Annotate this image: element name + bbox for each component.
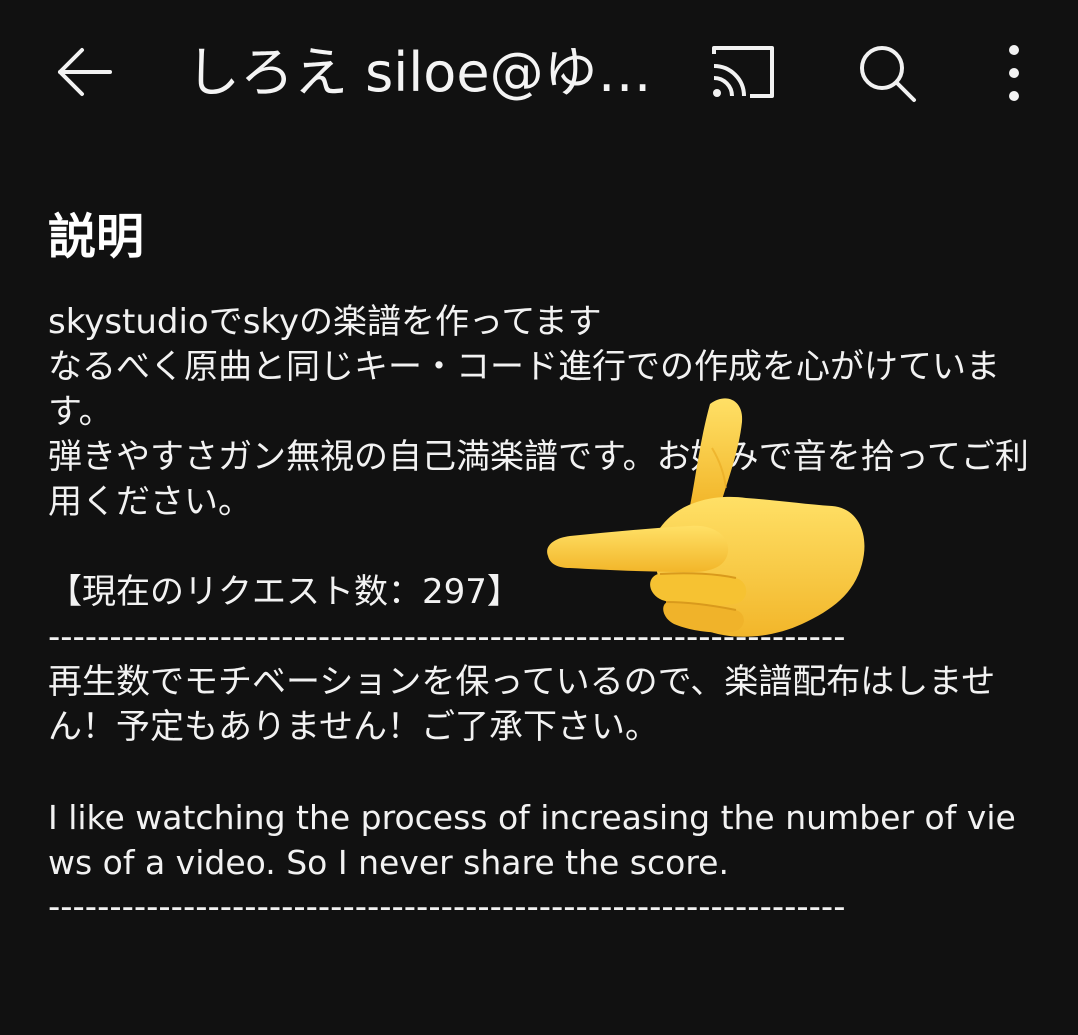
search-button[interactable] xyxy=(852,38,924,108)
back-button[interactable] xyxy=(48,36,120,108)
app-bar: しろえ siloe@ゆ… xyxy=(0,0,1078,150)
cast-button[interactable] xyxy=(706,40,782,106)
more-vertical-icon xyxy=(1009,45,1019,101)
video-title: しろえ siloe@ゆ… xyxy=(186,41,652,104)
description-english: I like watching the process of increasin… xyxy=(48,798,1016,882)
search-icon xyxy=(860,46,916,102)
description-heading: 説明 xyxy=(48,209,145,265)
description-line: 再生数でモチベーションを保っているので、楽譜配布はしません！予定もありません！ご… xyxy=(48,662,996,747)
more-options-button[interactable] xyxy=(990,38,1038,108)
cast-icon xyxy=(712,46,774,98)
divider: ----------------------------------------… xyxy=(48,887,846,927)
request-count: 【現在のリクエスト数：297】 xyxy=(48,572,521,612)
description-line: skystudioでskyの楽譜を作ってます xyxy=(48,302,602,342)
arrow-left-icon xyxy=(58,48,112,96)
description-line: 弾きやすさガン無視の自己満楽譜です。お好みで音を拾ってご利用ください。 xyxy=(48,437,1029,522)
description-body: skystudioでskyの楽譜を作ってます なるべく原曲と同じキー・コード進行… xyxy=(48,300,1038,930)
description-line: なるべく原曲と同じキー・コード進行での作成を心がけています。 xyxy=(48,347,1000,432)
divider: ----------------------------------------… xyxy=(48,617,846,657)
